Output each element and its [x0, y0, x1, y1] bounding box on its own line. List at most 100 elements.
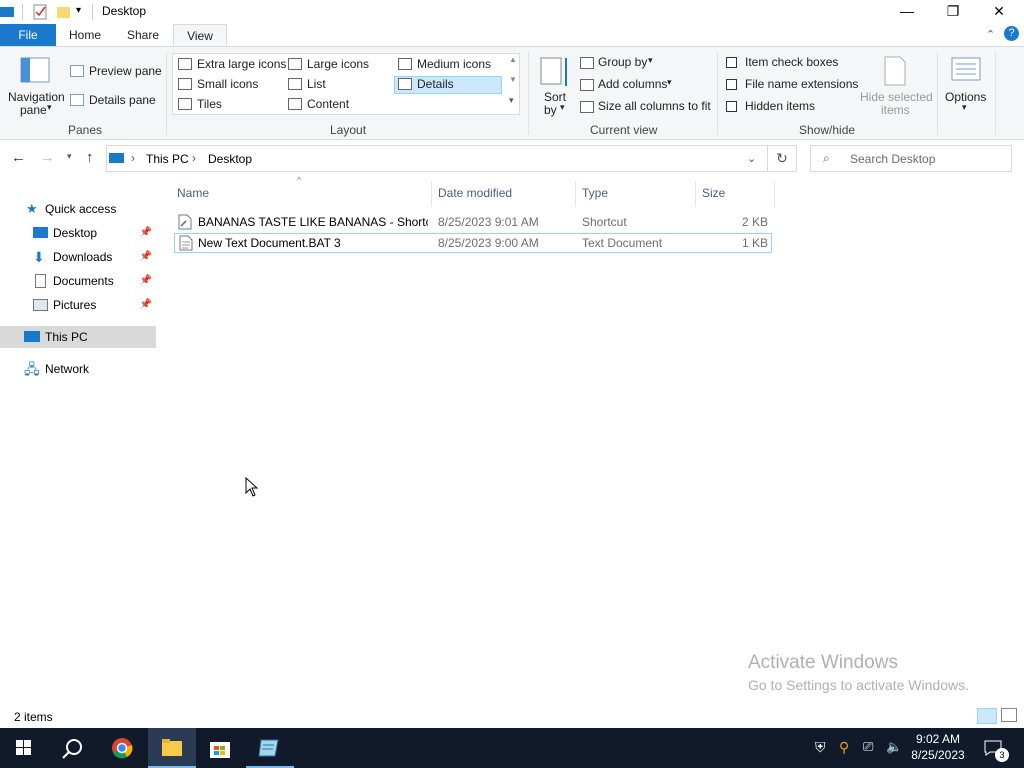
navigation-pane-button[interactable]: Navigation [8, 90, 65, 104]
taskbar-clock[interactable]: 9:02 AM 8/25/2023 [906, 731, 970, 763]
layout-group-label: Layout [330, 123, 367, 137]
size-all-columns-button[interactable]: Size all columns to fit [598, 99, 711, 113]
column-header-date[interactable]: Date modified [438, 186, 512, 200]
properties-icon[interactable] [33, 4, 49, 20]
breadcrumb-this-pc[interactable]: This PC [146, 152, 189, 166]
column-divider[interactable] [774, 181, 775, 207]
search-input[interactable]: ⌕ Search Desktop [810, 145, 1012, 172]
tab-view[interactable]: View [173, 24, 227, 47]
hidden-items-checkbox[interactable] [726, 101, 737, 112]
options-icon [951, 57, 981, 81]
sidebar-item-pictures[interactable]: Pictures 📌 [0, 294, 156, 316]
small-icons-option[interactable]: Small icons [197, 77, 258, 91]
breadcrumb-separator-icon[interactable]: › [192, 151, 196, 165]
sidebar-item-this-pc[interactable]: This PC [0, 326, 156, 348]
search-button[interactable] [48, 728, 96, 768]
new-folder-icon[interactable] [56, 4, 72, 20]
column-divider[interactable] [695, 181, 696, 207]
hide-selected-label-2[interactable]: items [881, 103, 910, 117]
recent-locations-icon[interactable]: ▾ [67, 151, 72, 162]
sidebar-item-desktop[interactable]: Desktop 📌 [0, 222, 156, 244]
item-check-boxes-label[interactable]: Item check boxes [745, 55, 838, 69]
tab-home[interactable]: Home [60, 24, 110, 46]
sidebar-item-label: Documents [53, 274, 114, 288]
close-button[interactable]: ✕ [976, 0, 1022, 24]
customize-qa-icon[interactable]: ▾ [76, 5, 81, 16]
small-icons-icon [178, 78, 192, 90]
list-option[interactable]: List [307, 77, 326, 91]
column-divider[interactable] [431, 181, 432, 207]
minimize-button[interactable]: — [884, 0, 930, 24]
table-row[interactable]: New Text Document.BAT 3 8/25/2023 9:00 A… [174, 233, 772, 253]
up-arrow-icon[interactable]: ↑ [86, 149, 94, 166]
taskbar-file-explorer[interactable] [148, 728, 196, 768]
taskbar-chrome[interactable] [98, 728, 146, 768]
computer-icon [109, 153, 124, 163]
pictures-icon [33, 299, 48, 311]
column-divider[interactable] [575, 181, 576, 207]
address-dropdown-icon[interactable]: ⌄ [747, 152, 756, 165]
navigation-pane-label-2[interactable]: pane [20, 103, 47, 117]
gallery-scroll-down-icon[interactable]: ▼ [509, 75, 517, 84]
notification-center-button[interactable]: 3 [978, 728, 1018, 768]
taskbar-store[interactable] [196, 728, 244, 768]
back-arrow-icon[interactable]: ← [11, 149, 26, 166]
tab-share[interactable]: Share [118, 24, 168, 46]
refresh-button[interactable]: ↻ [767, 145, 797, 172]
item-check-boxes-checkbox[interactable] [726, 57, 737, 68]
breadcrumb-desktop[interactable]: Desktop [208, 152, 252, 166]
medium-icons-option[interactable]: Medium icons [417, 57, 491, 71]
gallery-scroll-up-icon[interactable]: ▲ [509, 55, 517, 64]
forward-arrow-icon[interactable]: → [40, 149, 55, 166]
extra-large-icons-option[interactable]: Extra large icons [197, 57, 286, 71]
taskbar-notepad[interactable] [246, 728, 294, 768]
hidden-items-label[interactable]: Hidden items [745, 99, 815, 113]
sort-by-icon [540, 57, 567, 86]
column-header-size[interactable]: Size [702, 186, 725, 200]
sidebar-item-quick-access[interactable]: ★ Quick access [0, 198, 156, 220]
sidebar-item-label: Pictures [53, 298, 97, 312]
sidebar-item-network[interactable]: 🖧 Network [0, 358, 156, 380]
content-option[interactable]: Content [307, 97, 349, 111]
address-bar[interactable]: › This PC › Desktop ⌄ [106, 145, 768, 172]
group-by-button[interactable]: Group by [598, 55, 647, 69]
large-icons-option[interactable]: Large icons [307, 57, 369, 71]
volume-icon[interactable]: 🔈 [886, 739, 902, 755]
pin-icon[interactable]: 📌 [140, 246, 152, 268]
breadcrumb-separator-icon[interactable]: › [131, 151, 135, 165]
search-tray-icon[interactable]: ⚲ [839, 739, 849, 756]
tab-file[interactable]: File [0, 24, 56, 46]
pin-icon[interactable]: 📌 [140, 270, 152, 292]
ribbon-separator [937, 51, 938, 135]
medium-icons-icon [398, 58, 412, 70]
pin-icon[interactable]: 📌 [140, 222, 152, 244]
preview-pane-button[interactable]: Preview pane [89, 64, 162, 78]
computer-icon[interactable] [0, 4, 16, 20]
sidebar-item-downloads[interactable]: ⬇ Downloads 📌 [0, 246, 156, 268]
sort-ascending-icon: ^ [297, 175, 302, 185]
gallery-more-icon[interactable]: ▾ [509, 95, 514, 106]
details-view-icon[interactable] [977, 708, 997, 724]
collapse-ribbon-icon[interactable]: ⌃ [986, 28, 995, 41]
column-header-type[interactable]: Type [582, 186, 608, 200]
sidebar-item-documents[interactable]: Documents 📌 [0, 270, 156, 292]
sort-by-label-2[interactable]: by [544, 103, 557, 117]
folder-icon [162, 739, 182, 756]
clock-time: 9:02 AM [915, 732, 961, 746]
details-pane-button[interactable]: Details pane [89, 93, 156, 107]
details-option[interactable]: Details [417, 77, 454, 91]
table-row[interactable]: BANANAS TASTE LIKE BANANAS - Shortc... 8… [174, 212, 772, 232]
tiles-option[interactable]: Tiles [197, 97, 222, 111]
pin-icon[interactable]: 📌 [140, 294, 152, 316]
help-icon[interactable]: ? [1004, 26, 1019, 41]
add-columns-button[interactable]: Add columns [598, 77, 667, 91]
restore-button[interactable]: ❐ [930, 0, 976, 24]
network-tray-icon[interactable]: ⎚ [863, 739, 873, 755]
large-icons-view-icon[interactable] [1001, 708, 1017, 722]
column-header-name[interactable]: Name [177, 186, 209, 200]
start-button[interactable] [0, 728, 48, 768]
shield-icon[interactable]: ⛨ [815, 739, 826, 756]
file-name-extensions-checkbox[interactable] [726, 79, 737, 90]
hide-selected-button[interactable]: Hide selected [860, 90, 933, 104]
file-name-extensions-label[interactable]: File name extensions [745, 77, 858, 91]
